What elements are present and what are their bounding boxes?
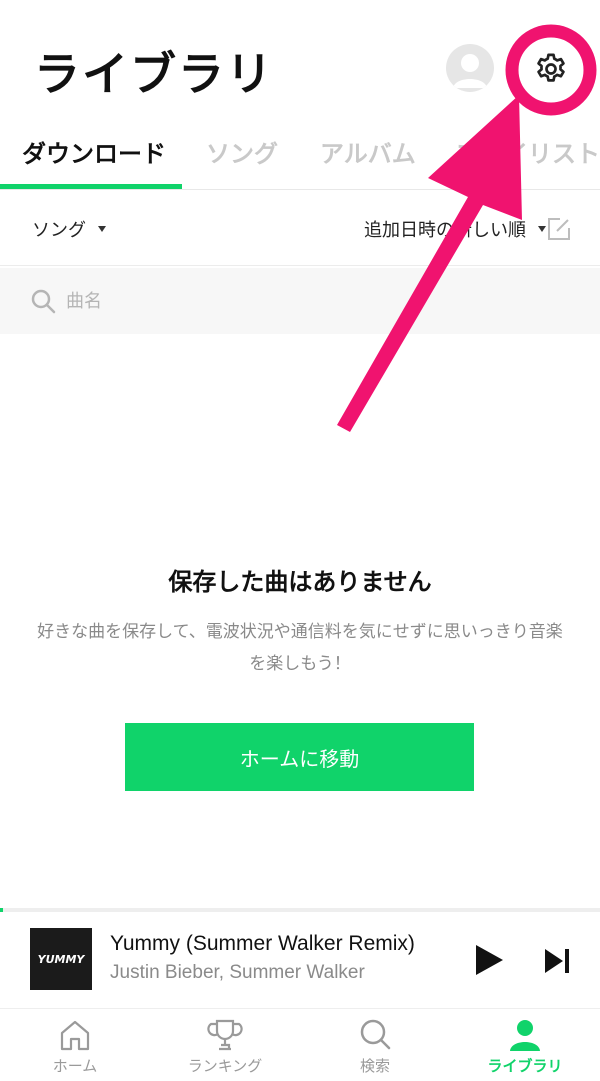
page-title: ライブラリ bbox=[34, 47, 274, 101]
edit-icon bbox=[548, 218, 570, 240]
person-icon bbox=[510, 1020, 540, 1051]
settings-button[interactable] bbox=[522, 40, 580, 98]
tab-song[interactable]: ソング bbox=[206, 134, 278, 169]
search-icon bbox=[31, 289, 56, 314]
track-artist: Justin Bieber, Summer Walker bbox=[110, 962, 365, 983]
go-home-button[interactable]: ホームに移動 bbox=[125, 723, 474, 791]
library-tabs: ダウンロード ソング アルバム プレイリスト bbox=[0, 124, 600, 190]
search-input[interactable] bbox=[66, 286, 516, 316]
tab-playlist[interactable]: プレイリスト bbox=[456, 134, 600, 169]
caret-down-icon bbox=[98, 226, 106, 232]
filter-bar: ソング 追加日時の新しい順 bbox=[0, 190, 600, 266]
active-tab-indicator bbox=[0, 184, 182, 189]
trophy-icon bbox=[207, 1019, 243, 1051]
track-title: Yummy (Summer Walker Remix) bbox=[110, 932, 415, 955]
nav-item-ranking[interactable]: ランキング bbox=[150, 1009, 300, 1081]
album-art: YUMMY bbox=[30, 928, 92, 990]
type-filter-dropdown[interactable]: ソング bbox=[32, 216, 106, 242]
header: ライブラリ bbox=[0, 0, 600, 120]
nav-label-ranking: ランキング bbox=[187, 1057, 263, 1075]
search-bar bbox=[0, 268, 600, 334]
skip-next-icon[interactable] bbox=[542, 946, 572, 976]
nav-label-library: ライブラリ bbox=[487, 1057, 563, 1075]
avatar[interactable] bbox=[446, 44, 494, 92]
type-filter-label: ソング bbox=[32, 220, 86, 241]
edit-button[interactable] bbox=[546, 216, 572, 242]
home-icon bbox=[60, 1020, 90, 1051]
sort-dropdown[interactable]: 追加日時の新しい順 bbox=[364, 216, 546, 242]
nav-item-home[interactable]: ホーム bbox=[0, 1009, 150, 1081]
caret-down-icon bbox=[538, 226, 546, 232]
bottom-nav: ホーム ランキング 検索 ライブラリ bbox=[0, 1008, 600, 1081]
empty-state-title: 保存した曲はありません bbox=[168, 568, 432, 596]
nav-label-search: 検索 bbox=[359, 1057, 390, 1075]
empty-state-description: 好きな曲を保存して、電波状況や通信料を気にせずに思いっきり音楽を楽しもう！ bbox=[37, 622, 563, 674]
nav-item-library[interactable]: ライブラリ bbox=[450, 1009, 600, 1081]
nav-label-home: ホーム bbox=[52, 1057, 98, 1075]
play-icon[interactable] bbox=[470, 942, 506, 978]
tab-album[interactable]: アルバム bbox=[320, 134, 416, 169]
avatar-placeholder-icon bbox=[453, 54, 487, 88]
nav-item-search[interactable]: 検索 bbox=[300, 1009, 450, 1081]
tab-download[interactable]: ダウンロード bbox=[22, 134, 166, 169]
search-icon bbox=[360, 1019, 391, 1050]
sort-label: 追加日時の新しい順 bbox=[364, 220, 526, 241]
mini-player[interactable]: YUMMY Yummy (Summer Walker Remix) Justin… bbox=[0, 912, 600, 1008]
gear-icon bbox=[537, 53, 565, 82]
